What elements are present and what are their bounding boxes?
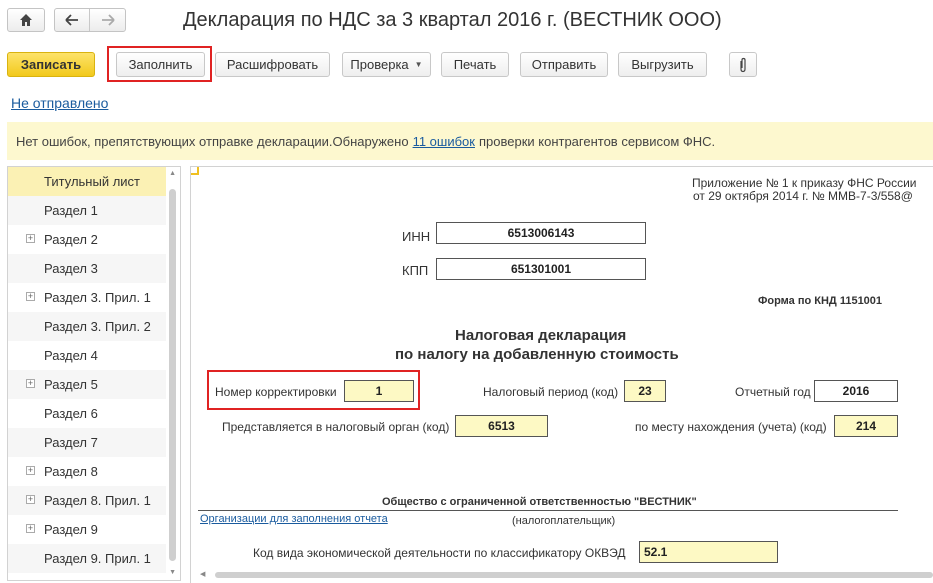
sidebar-scrollbar[interactable] bbox=[169, 189, 176, 561]
sidebar-item-label: Раздел 7 bbox=[44, 435, 98, 450]
scroll-up-icon[interactable]: ▲ bbox=[169, 170, 176, 177]
okved-field[interactable]: 52.1 bbox=[639, 541, 778, 563]
sidebar-item[interactable]: + Раздел 5 bbox=[8, 370, 166, 399]
info-text-before: Нет ошибок, препятствующих отправке декл… bbox=[16, 133, 409, 149]
check-label: Проверка bbox=[350, 57, 409, 72]
back-button[interactable] bbox=[55, 9, 91, 31]
sidebar-item[interactable]: + Раздел 8. Прил. 1 bbox=[8, 486, 166, 515]
page-title: Декларация по НДС за 3 квартал 2016 г. (… bbox=[183, 9, 722, 31]
info-bar: Нет ошибок, препятствующих отправке декл… bbox=[7, 122, 933, 160]
form-heading-1: Налоговая декларация bbox=[455, 327, 627, 344]
expand-icon[interactable]: + bbox=[26, 466, 35, 475]
document-hscrollbar[interactable] bbox=[215, 572, 933, 578]
sidebar-item-label: Раздел 8 bbox=[44, 464, 98, 479]
sidebar-item[interactable]: + Раздел 8 bbox=[8, 457, 166, 486]
taxpayer-caption: (налогоплательщик) bbox=[512, 515, 616, 527]
correction-highlight-frame bbox=[207, 370, 420, 410]
sidebar-item[interactable]: Титульный лист bbox=[8, 167, 166, 196]
sidebar-item-label: Раздел 8. Прил. 1 bbox=[44, 493, 151, 508]
sidebar-item-label: Раздел 4 bbox=[44, 348, 98, 363]
sidebar-item[interactable]: + Раздел 2 bbox=[8, 225, 166, 254]
sidebar-item[interactable]: Раздел 4 bbox=[8, 341, 166, 370]
form-heading-2: по налогу на добавленную стоимость bbox=[395, 346, 679, 363]
sidebar-item-label: Раздел 3. Прил. 2 bbox=[44, 319, 151, 334]
year-label: Отчетный год bbox=[735, 385, 811, 399]
errors-link[interactable]: 11 ошибок bbox=[413, 134, 475, 149]
save-button[interactable]: Записать bbox=[7, 52, 95, 77]
sidebar-item[interactable]: + Раздел 3. Прил. 1 bbox=[8, 283, 166, 312]
expand-icon[interactable]: + bbox=[26, 379, 35, 388]
sidebar-item[interactable]: Раздел 1 bbox=[8, 196, 166, 225]
sidebar-item[interactable]: Раздел 7 bbox=[8, 428, 166, 457]
send-button[interactable]: Отправить bbox=[520, 52, 608, 77]
period-label: Налоговый период (код) bbox=[483, 385, 619, 399]
sidebar-item[interactable]: Раздел 6 bbox=[8, 399, 166, 428]
sidebar-item[interactable]: Раздел 3 bbox=[8, 254, 166, 283]
sidebar-item[interactable]: + Раздел 9 bbox=[8, 515, 166, 544]
year-field[interactable]: 2016 bbox=[814, 380, 898, 402]
okved-label: Код вида экономической деятельности по к… bbox=[253, 546, 626, 560]
sidebar-item[interactable]: Раздел 3. Прил. 2 bbox=[8, 312, 166, 341]
sidebar-item-label: Раздел 2 bbox=[44, 232, 98, 247]
place-field[interactable]: 214 bbox=[834, 415, 898, 437]
scroll-down-icon[interactable]: ▼ bbox=[169, 569, 176, 576]
appendix-line2: от 29 октября 2014 г. № ММВ-7-3/558@ bbox=[693, 189, 913, 203]
arrow-right-icon bbox=[101, 14, 115, 26]
info-text-after: проверки контрагентов сервисом ФНС. bbox=[478, 133, 716, 149]
forward-button[interactable] bbox=[90, 9, 125, 31]
inn-field[interactable]: 6513006143 bbox=[436, 222, 646, 244]
place-label: по месту нахождения (учета) (код) bbox=[635, 420, 827, 434]
expand-icon[interactable]: + bbox=[26, 292, 35, 301]
knd-label: Форма по КНД 1151001 bbox=[758, 295, 883, 307]
sidebar-item-label: Раздел 5 bbox=[44, 377, 98, 392]
period-field[interactable]: 23 bbox=[624, 380, 666, 402]
expand-icon[interactable]: + bbox=[26, 234, 35, 243]
sidebar-item-label: Раздел 3 bbox=[44, 261, 98, 276]
kpp-label: КПП bbox=[402, 263, 429, 278]
send-status-link[interactable]: Не отправлено bbox=[11, 95, 108, 111]
paperclip-icon bbox=[740, 57, 746, 72]
print-button[interactable]: Печать bbox=[441, 52, 509, 77]
org-select-link[interactable]: Организации для заполнения отчета bbox=[200, 513, 388, 525]
sidebar-item-label: Раздел 1 bbox=[44, 203, 98, 218]
decode-button[interactable]: Расшифровать bbox=[215, 52, 330, 77]
home-icon bbox=[20, 14, 32, 26]
inn-label: ИНН bbox=[402, 229, 431, 244]
highlight-frame bbox=[107, 46, 212, 82]
org-name: Общество с ограниченной ответственностью… bbox=[382, 496, 697, 508]
sidebar-item-label: Раздел 9. Прил. 1 bbox=[44, 551, 151, 566]
org-divider bbox=[198, 510, 898, 511]
export-button[interactable]: Выгрузить bbox=[618, 52, 707, 77]
appendix-line1: Приложение № 1 к приказу ФНС России bbox=[692, 176, 917, 190]
home-button[interactable] bbox=[7, 8, 45, 32]
sidebar-item-label: Раздел 9 bbox=[44, 522, 98, 537]
kpp-field[interactable]: 651301001 bbox=[436, 258, 646, 280]
attach-button[interactable] bbox=[729, 52, 757, 77]
expand-icon[interactable]: + bbox=[26, 524, 35, 533]
authority-field[interactable]: 6513 bbox=[455, 415, 548, 437]
chevron-down-icon: ▼ bbox=[414, 60, 423, 69]
sidebar-item-label: Титульный лист bbox=[44, 174, 141, 189]
authority-label: Представляется в налоговый орган (код) bbox=[222, 420, 450, 434]
sidebar-item-label: Раздел 6 bbox=[44, 406, 98, 421]
scroll-left-icon[interactable]: ◀ bbox=[200, 570, 205, 578]
sidebar-item-label: Раздел 3. Прил. 1 bbox=[44, 290, 151, 305]
history-nav bbox=[54, 8, 126, 32]
corner-marker bbox=[191, 167, 199, 175]
sections-sidebar: Титульный лист Раздел 1 + Раздел 2 Раздел 3 +… bbox=[7, 166, 181, 581]
check-dropdown-button[interactable]: Проверка ▼ bbox=[342, 52, 431, 77]
expand-icon[interactable]: + bbox=[26, 495, 35, 504]
arrow-left-icon bbox=[65, 14, 78, 26]
sidebar-item[interactable]: Раздел 9. Прил. 1 bbox=[8, 544, 166, 573]
